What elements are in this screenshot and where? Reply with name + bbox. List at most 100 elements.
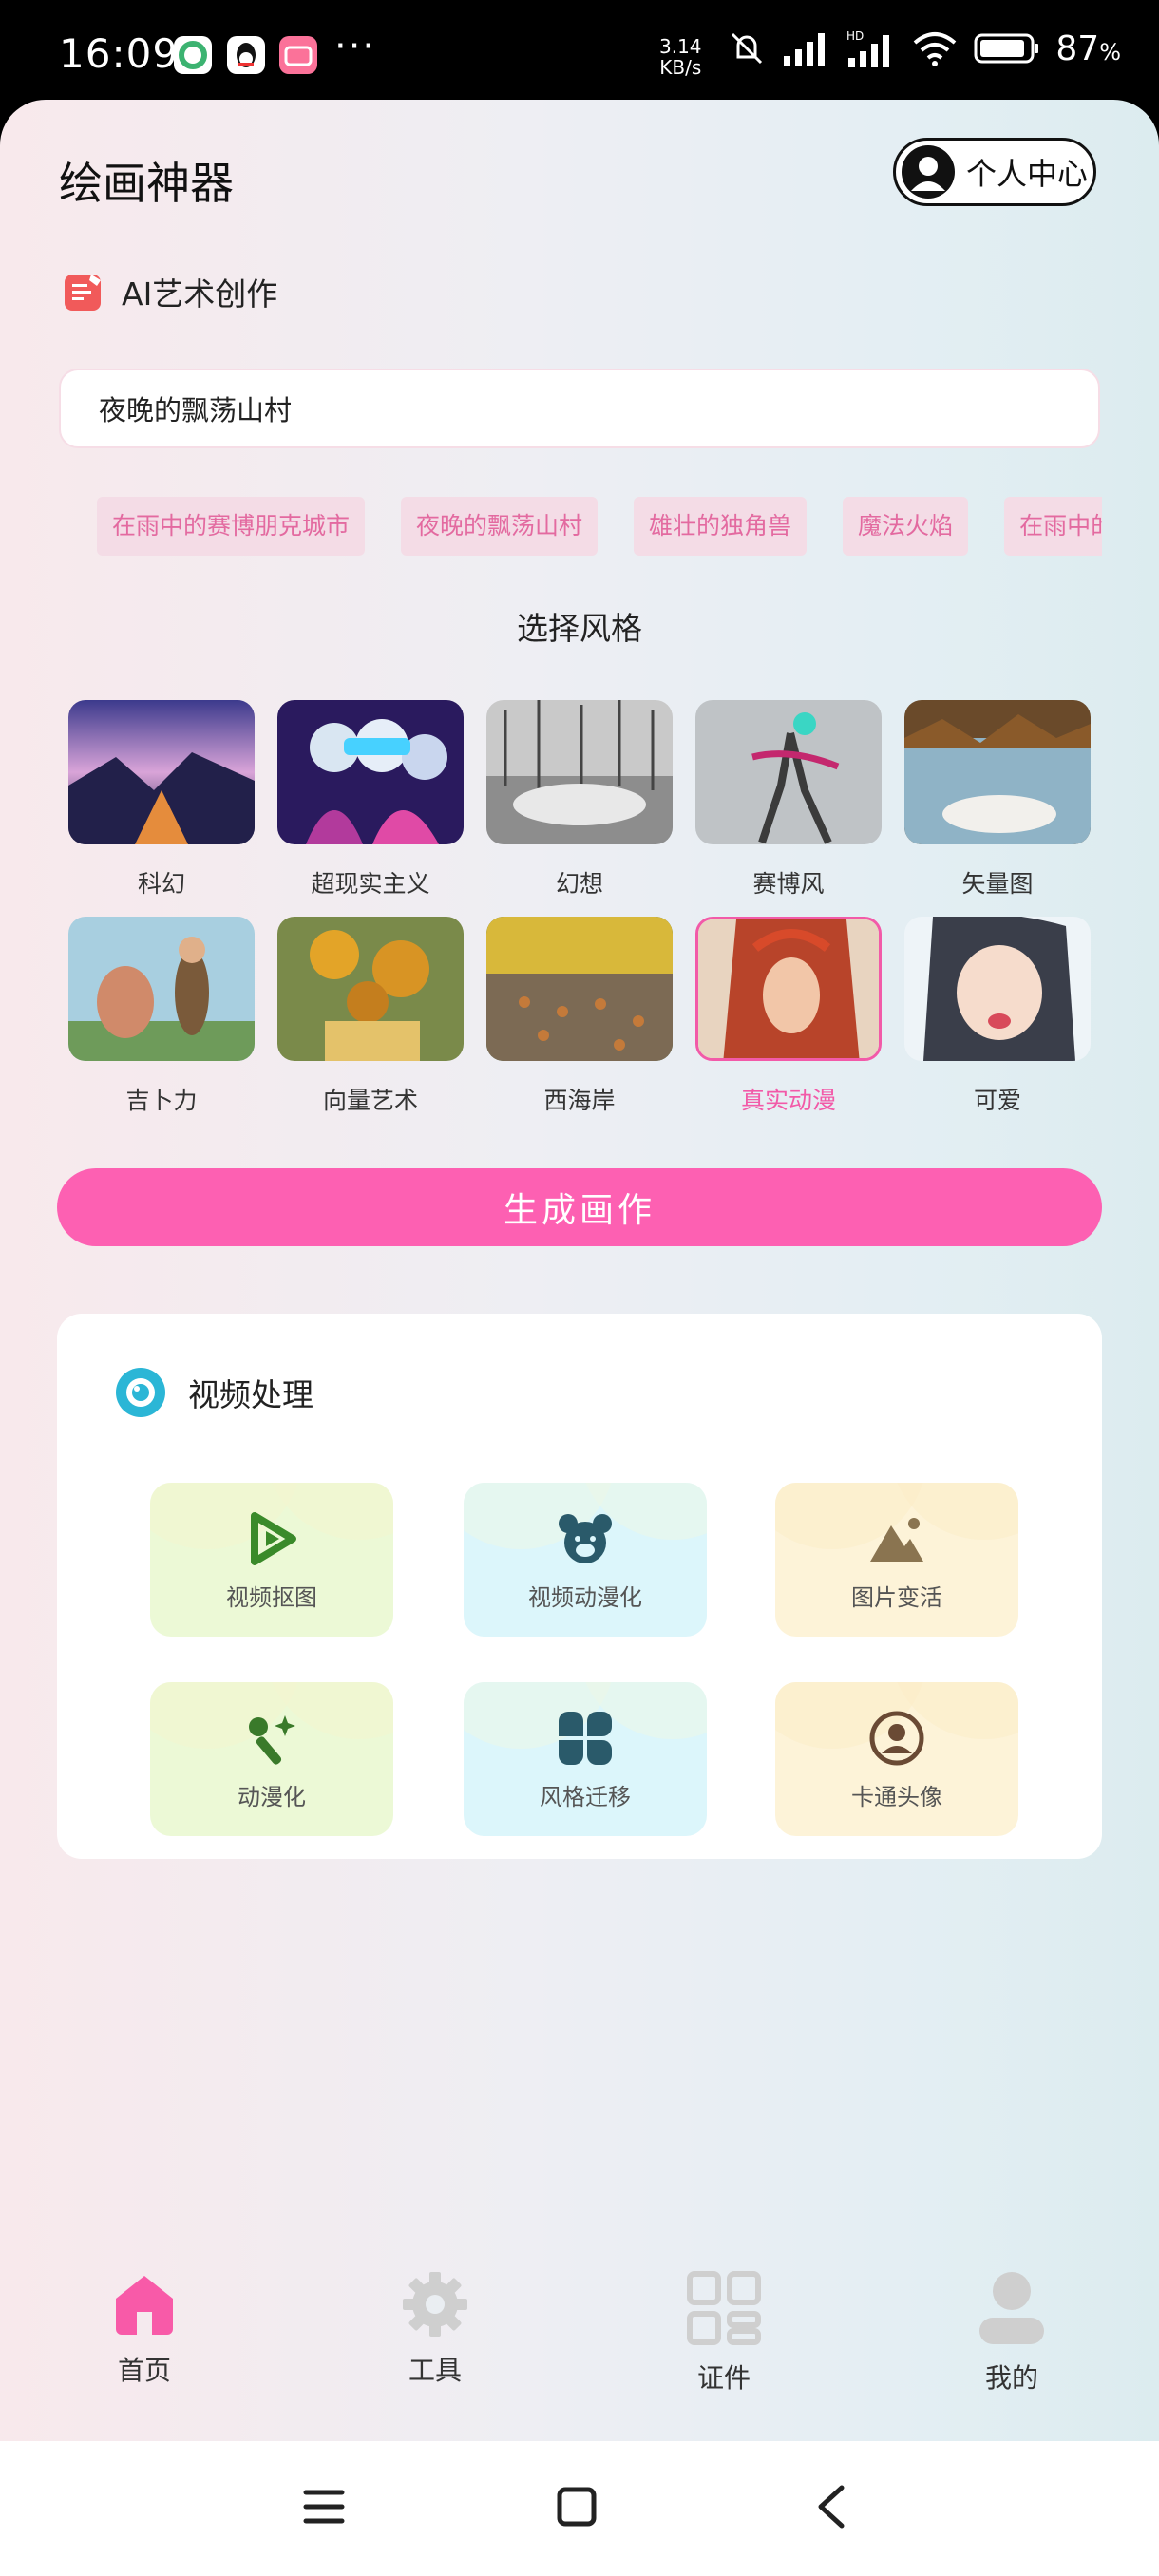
network-speed: 3.14 KB/s: [659, 35, 702, 79]
system-navigation-bar: [0, 2441, 1159, 2576]
video-matting-tool[interactable]: 视频抠图: [150, 1483, 393, 1637]
suggestion-chip[interactable]: 魔法火焰: [843, 497, 969, 556]
magic-wand-icon: [249, 1714, 295, 1765]
style-option-realistic-anime[interactable]: 真实动漫: [695, 917, 882, 1116]
surrealism-thumbnail: [277, 700, 464, 844]
style-option-west-coast[interactable]: 西海岸: [486, 917, 673, 1116]
ai-art-label: AI艺术创作: [122, 275, 278, 313]
style-label: 科幻: [137, 870, 185, 898]
cartoon-avatar-tool[interactable]: 卡通头像: [775, 1682, 1018, 1836]
gear-icon: [403, 2272, 467, 2337]
grid-icon: [687, 2271, 761, 2345]
style-option-cyberpunk[interactable]: 赛博风: [695, 700, 882, 900]
bottom-tab-bar: 首页 工具 证件 我的: [0, 2270, 1159, 2441]
realistic-anime-thumbnail: [695, 917, 882, 1061]
signal-icon-1: [784, 33, 826, 66]
svg-text:HD: HD: [846, 29, 864, 43]
ghibli-thumbnail: [68, 917, 255, 1061]
style-option-ghibli[interactable]: 吉卜力: [68, 917, 255, 1116]
tab-label: 工具: [408, 2355, 462, 2386]
back-icon[interactable]: [809, 2483, 853, 2530]
generate-artwork-button[interactable]: 生成画作: [57, 1168, 1102, 1246]
tab-label: 证件: [696, 2362, 750, 2394]
home-square-icon[interactable]: [555, 2485, 598, 2529]
tab-documents[interactable]: 证件: [653, 2270, 795, 2396]
tab-tools[interactable]: 工具: [364, 2270, 506, 2388]
tool-label: 风格迁移: [540, 1783, 631, 1810]
status-time: 16:09: [59, 30, 180, 77]
mountain-image-icon: [870, 1517, 923, 1562]
user-avatar-icon: [902, 145, 955, 199]
style-transfer-tool[interactable]: 风格迁移: [464, 1682, 707, 1836]
app-title: 绘画神器: [59, 158, 234, 209]
tab-mine[interactable]: 我的: [940, 2270, 1083, 2396]
four-leaf-icon: [559, 1711, 612, 1765]
profile-center-label: 个人中心: [966, 156, 1089, 192]
green-app-icon: [174, 36, 212, 74]
home-screen: 绘画神器 个人中心 AI艺术创作 在雨中的赛博朋克城市夜晚的飘荡山村雄壮的独角兽…: [0, 100, 1159, 2441]
fantasy-thumbnail: [486, 700, 673, 844]
tab-label: 我的: [984, 2362, 1038, 2394]
tool-label: 视频动漫化: [528, 1583, 642, 1611]
tool-label: 卡通头像: [851, 1783, 942, 1810]
style-label: 西海岸: [543, 1087, 616, 1114]
style-label: 超现实主义: [311, 870, 430, 898]
vector-thumbnail: [904, 700, 1091, 844]
style-label: 吉卜力: [125, 1087, 198, 1114]
vector-art-thumbnail: [277, 917, 464, 1061]
mute-icon: [732, 32, 763, 65]
prompt-input[interactable]: [59, 369, 1100, 448]
suggestion-chip[interactable]: 在雨中的赛博朋克城市: [1004, 497, 1102, 556]
scifi-thumbnail: [68, 700, 255, 844]
anime-tool[interactable]: 动漫化: [150, 1682, 393, 1836]
cute-thumbnail: [904, 917, 1091, 1061]
avatar-icon: [869, 1711, 924, 1765]
style-option-cute[interactable]: 可爱: [904, 917, 1091, 1116]
person-icon: [979, 2272, 1044, 2344]
style-option-surrealism[interactable]: 超现实主义: [277, 700, 464, 900]
style-option-scifi[interactable]: 科幻: [68, 700, 255, 900]
video-section-header: 视频处理: [114, 1366, 314, 1419]
menu-icon[interactable]: [302, 2485, 346, 2529]
west-coast-thumbnail: [486, 917, 673, 1061]
tool-label: 动漫化: [238, 1783, 306, 1810]
bear-icon: [559, 1513, 612, 1563]
style-label: 真实动漫: [740, 1087, 836, 1114]
suggestion-chip[interactable]: 雄壮的独角兽: [634, 497, 808, 556]
prompt-suggestions: 在雨中的赛博朋克城市夜晚的飘荡山村雄壮的独角兽魔法火焰在雨中的赛博朋克城市: [97, 497, 1102, 556]
video-processing-card: 视频处理 视频抠图 视频动漫化 图片变活 动漫化 风格迁移 卡通头像: [57, 1314, 1102, 1859]
style-label: 赛博风: [752, 870, 825, 898]
qq-app-icon: [227, 36, 265, 74]
style-option-vector[interactable]: 矢量图: [904, 700, 1091, 900]
suggestion-chip[interactable]: 在雨中的赛博朋克城市: [97, 497, 366, 556]
photo-animate-tool[interactable]: 图片变活: [775, 1483, 1018, 1637]
wifi-icon: [914, 32, 957, 66]
video-section-title: 视频处理: [188, 1376, 314, 1413]
video-anime-tool[interactable]: 视频动漫化: [464, 1483, 707, 1637]
home-icon: [116, 2276, 173, 2335]
more-notifications-icon: ···: [334, 25, 377, 68]
edit-note-icon: [65, 275, 101, 311]
style-label: 幻想: [555, 870, 603, 898]
tab-home[interactable]: 首页: [73, 2270, 216, 2388]
status-bar: 16:09 ··· 3.14 KB/s HD 87%: [0, 0, 1159, 104]
bilibili-app-icon: [279, 36, 317, 74]
style-option-fantasy[interactable]: 幻想: [486, 700, 673, 900]
battery-percent: 87%: [1055, 28, 1121, 68]
signal-icon-2: HD: [846, 29, 890, 67]
suggestion-chip[interactable]: 夜晚的飘荡山村: [401, 497, 598, 556]
style-option-vector-art[interactable]: 向量艺术: [277, 917, 464, 1116]
style-label: 矢量图: [961, 870, 1034, 898]
ai-art-section-header: AI艺术创作: [63, 269, 277, 314]
style-section-title: 选择风格: [517, 610, 642, 647]
battery-icon: [974, 33, 1039, 64]
cyberpunk-thumbnail: [695, 700, 882, 844]
camera-lens-icon: [116, 1368, 165, 1417]
play-logo-icon: [251, 1511, 296, 1565]
profile-center-button[interactable]: 个人中心: [893, 138, 1096, 206]
tool-label: 视频抠图: [226, 1583, 317, 1611]
tool-label: 图片变活: [851, 1583, 942, 1611]
tab-label: 首页: [117, 2355, 171, 2386]
style-label: 向量艺术: [322, 1087, 418, 1114]
style-label: 可爱: [973, 1087, 1021, 1114]
